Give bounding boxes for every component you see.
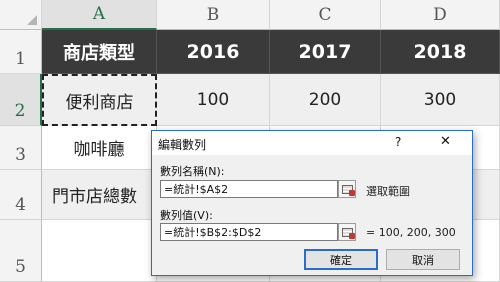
series-values-range-button[interactable] xyxy=(338,223,356,241)
ok-button[interactable]: 確定 xyxy=(304,249,378,270)
help-icon[interactable]: ? xyxy=(395,135,401,149)
cell-a5[interactable] xyxy=(42,220,157,282)
cell-d2[interactable]: 300 xyxy=(381,74,500,126)
close-icon[interactable]: ✕ xyxy=(440,134,451,149)
row-header-2[interactable]: 2 xyxy=(0,74,42,126)
cell-d1[interactable]: 2018 xyxy=(381,30,500,74)
cancel-button[interactable]: 取消 xyxy=(386,249,460,270)
series-name-label: 數列名稱(N): xyxy=(160,165,225,178)
row-header-3[interactable]: 3 xyxy=(0,126,42,170)
cell-a4[interactable]: 門市店總數 xyxy=(42,170,157,220)
series-values-preview: = 100, 200, 300 xyxy=(366,226,456,239)
column-header-c[interactable]: C xyxy=(270,0,381,30)
dialog-title: 編輯數列 xyxy=(158,138,207,152)
cell-a3[interactable]: 咖啡廳 xyxy=(42,126,157,170)
series-name-input[interactable] xyxy=(160,180,338,198)
dialog-title-bar[interactable]: 編輯數列 ? ✕ xyxy=(152,131,472,155)
select-all-triangle-icon xyxy=(27,15,37,25)
series-values-input[interactable] xyxy=(160,223,338,241)
cell-a1[interactable]: 商店類型 xyxy=(42,30,157,74)
row-header-4[interactable]: 4 xyxy=(0,170,42,220)
cell-c1[interactable]: 2017 xyxy=(270,30,381,74)
column-header-b[interactable]: B xyxy=(157,0,270,30)
collapse-dialog-icon xyxy=(341,184,355,196)
series-values-label: 數列值(V): xyxy=(160,209,213,222)
select-all-corner[interactable] xyxy=(0,0,42,30)
cell-c2[interactable]: 200 xyxy=(270,74,381,126)
column-header-a[interactable]: A xyxy=(42,0,157,30)
series-name-hint: 選取範圍 xyxy=(366,185,410,198)
edit-series-dialog: 編輯數列 ? ✕ 數列名稱(N): 選取範圍 數列值(V): = 100, 20… xyxy=(151,130,473,276)
column-header-d[interactable]: D xyxy=(381,0,500,30)
cell-b2[interactable]: 100 xyxy=(157,74,270,126)
row-header-5[interactable]: 5 xyxy=(0,220,42,282)
row-header-1[interactable]: 1 xyxy=(0,30,42,74)
collapse-dialog-icon xyxy=(341,227,355,239)
series-name-range-button[interactable] xyxy=(338,180,356,198)
cell-b1[interactable]: 2016 xyxy=(157,30,270,74)
cell-a2[interactable]: 便利商店 xyxy=(42,74,157,126)
